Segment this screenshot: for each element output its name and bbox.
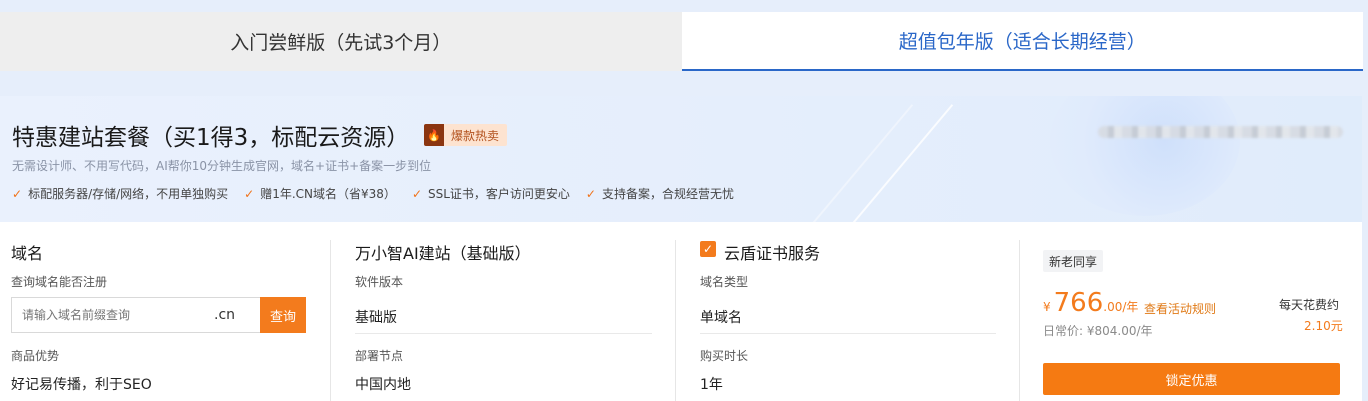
price-unit: /年 (1122, 300, 1139, 314)
version-value: 基础版 (355, 310, 397, 326)
cert-checkbox[interactable]: ✓ (700, 241, 716, 257)
tab-trial[interactable]: 入门尝鲜版（先试3个月） (0, 12, 682, 71)
check-icon: ✓ (12, 186, 23, 201)
feature-label: 支持备案，合规经营无忧 (601, 187, 734, 201)
daily-cost-label: 每天花费约 (1279, 298, 1340, 312)
daily-cost-value: 2.10元 (1304, 319, 1343, 333)
cert-type-label: 域名类型 (700, 275, 749, 289)
feature-item: ✓ 赠1年.CN域名（省¥38） (244, 185, 396, 202)
ai-site-title: 万小智AI建站（基础版） (355, 244, 531, 263)
feature-item: ✓ 支持备案，合规经营无忧 (586, 185, 734, 202)
tab-annual[interactable]: 超值包年版（适合长期经营） (681, 12, 1363, 71)
banner-decoration-line (808, 104, 914, 222)
domain-query-label: 查询域名能否注册 (11, 275, 108, 289)
column-divider (1019, 240, 1020, 401)
duration-label: 购买时长 (700, 349, 749, 363)
feature-list: ✓ 标配服务器/存储/网络，不用单独购买 ✓ 赠1年.CN域名（省¥38） ✓ … (12, 185, 750, 202)
check-icon: ✓ (244, 186, 255, 201)
lock-discount-button[interactable]: 锁定优惠 (1043, 363, 1340, 395)
domain-search-input[interactable] (12, 308, 202, 322)
node-label: 部署节点 (355, 349, 404, 363)
check-icon: ✓ (411, 186, 422, 201)
original-price: 日常价: ¥804.00/年 (1043, 324, 1153, 338)
column-divider (675, 240, 676, 401)
package-title: 特惠建站套餐（买1得3，标配云资源） (12, 125, 410, 151)
price-decimal: .00 (1103, 300, 1123, 314)
advantage-label: 商品优势 (11, 349, 60, 363)
check-icon: ✓ (585, 186, 596, 201)
plan-tabs: 入门尝鲜版（先试3个月） 超值包年版（适合长期经营） (0, 12, 1363, 71)
blurred-content (1098, 126, 1343, 138)
row-divider (355, 333, 652, 334)
version-label: 软件版本 (355, 275, 404, 289)
package-banner: 特惠建站套餐（买1得3，标配云资源） 🔥 爆款热卖 无需设计师、不用写代码，AI… (0, 96, 1362, 222)
price-currency: ¥ (1043, 300, 1051, 314)
row-divider (700, 333, 996, 334)
domain-title: 域名 (11, 244, 44, 263)
domain-suffix: .cn (214, 307, 236, 323)
feature-label: 赠1年.CN域名（省¥38） (260, 187, 396, 201)
package-subtitle: 无需设计师、不用写代码，AI帮你10分钟生成官网，域名+证书+备案一步到位 (12, 159, 432, 173)
price: ¥ 766 .00 /年 (1043, 288, 1138, 318)
hot-badge: 🔥 爆款热卖 (424, 124, 508, 146)
column-divider (330, 240, 331, 401)
domain-search-box: .cn (11, 297, 261, 333)
feature-label: SSL证书，客户访问更安心 (428, 187, 570, 201)
feature-item: ✓ SSL证书，客户访问更安心 (412, 185, 570, 202)
activity-rules-link[interactable]: 查看活动规则 (1144, 300, 1216, 317)
duration-value: 1年 (700, 377, 723, 393)
offer-tag: 新老同享 (1043, 250, 1104, 272)
check-icon: ✓ (702, 242, 714, 256)
banner-decoration (1050, 96, 1240, 216)
flame-icon: 🔥 (424, 124, 444, 146)
feature-item: ✓ 标配服务器/存储/网络，不用单独购买 (12, 185, 228, 202)
domain-query-button[interactable]: 查询 (260, 297, 306, 333)
feature-label: 标配服务器/存储/网络，不用单独购买 (28, 187, 229, 201)
package-panel: 特惠建站套餐（买1得3，标配云资源） 🔥 爆款热卖 无需设计师、不用写代码，AI… (0, 96, 1362, 401)
price-amount: 766 (1053, 288, 1104, 318)
advantage-value: 好记易传播，利于SEO (11, 377, 152, 393)
cert-title: 云盾证书服务 (724, 244, 821, 263)
cert-type-value: 单域名 (700, 310, 742, 326)
hot-badge-label: 爆款热卖 (451, 128, 500, 143)
node-value: 中国内地 (355, 377, 411, 393)
